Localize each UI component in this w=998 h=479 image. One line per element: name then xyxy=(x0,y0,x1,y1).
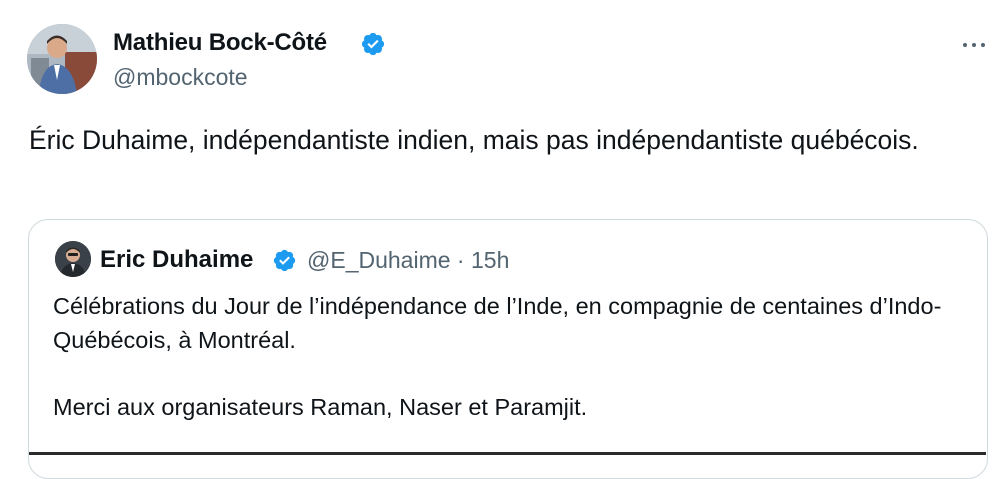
avatar-photo-icon xyxy=(27,24,97,94)
author-avatar[interactable] xyxy=(27,24,97,94)
verified-badge-icon xyxy=(361,32,385,56)
quoted-author-avatar[interactable] xyxy=(55,241,91,277)
author-handle[interactable]: @mbockcote xyxy=(113,64,248,91)
quoted-author-name[interactable]: Eric Duhaime xyxy=(100,246,253,274)
avatar-photo-icon xyxy=(55,241,91,277)
quoted-tweet-text: Célébrations du Jour de l’indépendance d… xyxy=(53,293,942,420)
quoted-tweet-meta: @E_Duhaime · 15h xyxy=(307,247,509,274)
more-horizontal-icon xyxy=(963,43,967,47)
tweet: Mathieu Bock-Côté @mbockcote Éric Duhaim… xyxy=(0,0,998,479)
quoted-tweet-timestamp[interactable]: 15h xyxy=(471,247,509,273)
author-name[interactable]: Mathieu Bock-Côté xyxy=(113,29,327,57)
tweet-text: Éric Duhaime, indépendantiste indien, ma… xyxy=(29,125,919,155)
meta-separator: · xyxy=(456,247,465,273)
quoted-tweet[interactable]: Eric Duhaime @E_Duhaime · 15h Célébratio… xyxy=(28,219,988,479)
quoted-author-handle[interactable]: @E_Duhaime xyxy=(307,247,451,273)
more-options-button[interactable] xyxy=(958,32,990,58)
verified-badge-icon xyxy=(273,249,296,272)
